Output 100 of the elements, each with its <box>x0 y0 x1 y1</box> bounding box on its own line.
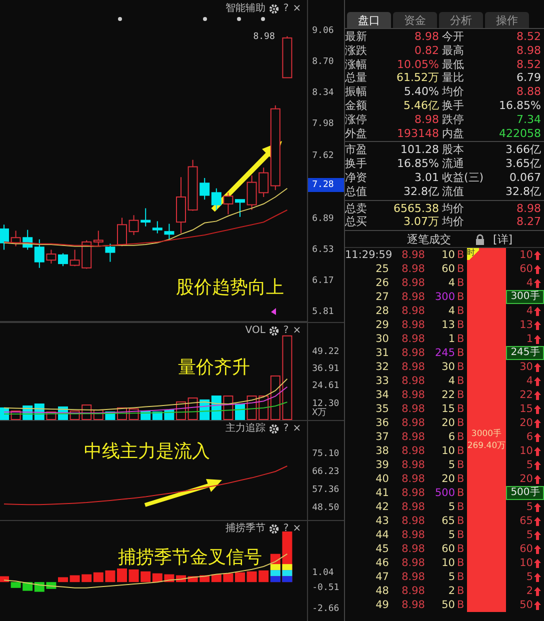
histogram-bar <box>223 573 234 582</box>
quote-label: 流通 <box>442 157 465 171</box>
trade-price: 8.98 <box>400 248 425 262</box>
trade-side: B <box>456 556 466 570</box>
candlestick <box>235 199 245 218</box>
trade-time: 26 <box>374 276 389 290</box>
tab[interactable]: 盘口 <box>347 12 391 28</box>
help-button[interactable]: ? <box>283 3 289 15</box>
marker-icon <box>271 308 276 315</box>
trade-side: B <box>456 388 466 402</box>
trade-lots: 5 <box>526 529 533 542</box>
peak-price-label: 8.98 <box>253 30 275 43</box>
quote-label: 总量 <box>345 71 368 86</box>
settings-icon[interactable] <box>269 524 280 534</box>
large-order-tag: 245手 <box>506 346 544 360</box>
quote-value: 8.88 <box>516 85 542 99</box>
histogram-bar <box>105 570 116 582</box>
panel-title: 捕捞季节 <box>225 523 266 535</box>
histogram-bar <box>10 582 21 588</box>
trade-volume: 20 <box>440 416 455 430</box>
trade-volume: 30 <box>440 360 455 374</box>
histogram-bar <box>82 574 92 582</box>
trade-lots: 4 <box>526 375 533 388</box>
close-button[interactable]: × <box>292 325 302 337</box>
trade-lots: 65 <box>520 515 533 528</box>
quote-label: 最新 <box>345 30 368 44</box>
block-amount: 269.40万 <box>467 440 506 452</box>
histogram-bar <box>93 572 104 582</box>
candlestick <box>200 177 210 200</box>
quote-label: 最低 <box>442 58 465 72</box>
close-button[interactable]: × <box>292 3 302 15</box>
close-button[interactable]: × <box>292 423 302 435</box>
settings-icon[interactable] <box>269 4 280 14</box>
trade-time: 37 <box>374 430 389 444</box>
trade-side: B <box>456 584 466 598</box>
settings-icon[interactable] <box>269 326 280 336</box>
quote-value: 8.27 <box>516 215 542 230</box>
candlestick <box>105 243 116 262</box>
trade-volume: 1 <box>447 332 455 346</box>
trade-side: B <box>456 402 466 416</box>
quote-label: 今开 <box>442 30 465 44</box>
trade-lots: 4 <box>526 305 533 318</box>
trade-lots: 15 <box>520 403 533 416</box>
candlestick <box>0 224 9 250</box>
trade-volume: 10 <box>440 556 455 570</box>
axis-label: 66.23 <box>311 466 340 478</box>
trade-time: 40 <box>374 472 389 486</box>
trade-volume: 245 <box>434 346 455 360</box>
quote-label: 股本 <box>442 143 465 158</box>
large-order-tag: 500手 <box>506 486 544 500</box>
trade-volume: 4 <box>447 276 455 290</box>
panel-title: 主力追踪 <box>225 423 266 435</box>
quote-value: 5.40% <box>403 85 440 99</box>
annotation-text: 量价齐升 <box>178 358 250 378</box>
quote-label: 均价 <box>442 202 465 216</box>
axis-label: 57.36 <box>311 484 340 496</box>
trade-time: 11:29:59 <box>345 248 389 262</box>
histogram-bar <box>70 575 80 582</box>
settings-icon[interactable] <box>269 424 280 434</box>
candlestick <box>58 252 68 267</box>
trade-time: 42 <box>374 500 389 514</box>
help-button[interactable]: ? <box>283 523 289 535</box>
trade-price: 8.98 <box>400 514 425 528</box>
tab[interactable]: 操作 <box>485 12 529 28</box>
trade-price: 8.98 <box>400 332 425 346</box>
trade-lots: 10 <box>520 445 533 458</box>
close-button[interactable]: × <box>292 523 302 535</box>
detail-link[interactable]: [详] <box>493 232 513 247</box>
tab[interactable]: 分析 <box>439 12 483 28</box>
quote-label: 总买 <box>345 215 368 230</box>
trade-time: 43 <box>374 514 389 528</box>
trade-time: 28 <box>374 304 389 318</box>
histogram-bar <box>0 576 9 582</box>
quote-label: 跌停 <box>442 112 465 127</box>
trade-time: 33 <box>374 374 389 388</box>
candlestick <box>34 238 44 268</box>
trade-lots: 6 <box>526 431 533 444</box>
candlestick <box>176 176 186 234</box>
help-button[interactable]: ? <box>283 423 289 435</box>
trade-side: B <box>456 528 466 542</box>
trade-price: 8.98 <box>400 430 425 444</box>
trade-volume: 13 <box>440 318 455 332</box>
trade-lots: 20 <box>520 473 533 486</box>
trade-lots: 22 <box>520 389 533 402</box>
trade-lots: 13 <box>520 319 533 332</box>
histogram-bar <box>246 571 257 582</box>
axis-label: 75.10 <box>311 448 340 460</box>
quote-label: 最高 <box>442 44 465 58</box>
candlestick <box>10 230 21 247</box>
help-button[interactable]: ? <box>283 325 289 337</box>
trade-volume: 60 <box>440 542 455 556</box>
trade-side: B <box>456 248 466 262</box>
axis-label: 5.81 <box>311 306 334 318</box>
trade-lots: 4 <box>526 277 533 290</box>
tab[interactable]: 资金 <box>393 12 437 28</box>
volume-bar <box>70 410 80 420</box>
lock-icon[interactable] <box>475 234 485 245</box>
trade-time: 25 <box>374 262 389 276</box>
panel-title: VOL <box>245 325 266 337</box>
current-price-tag: 7.28 <box>308 178 344 192</box>
